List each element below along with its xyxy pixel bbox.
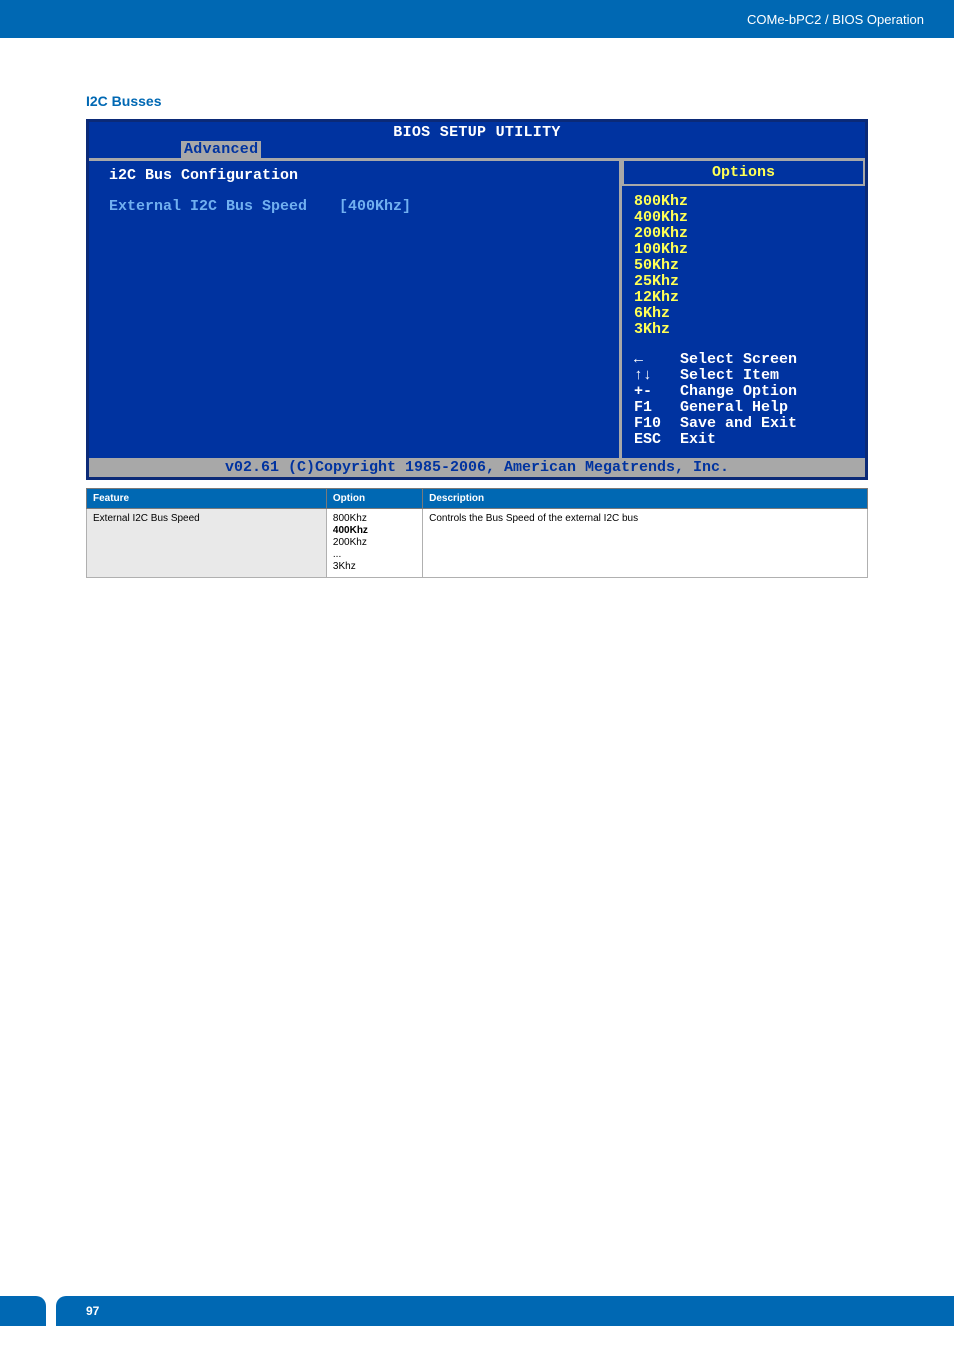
bios-option[interactable]: 12Khz bbox=[634, 290, 853, 306]
th-feature: Feature bbox=[87, 489, 327, 509]
bios-option[interactable]: 3Khz bbox=[634, 322, 853, 338]
hint-key-icon: F10 bbox=[634, 416, 680, 432]
cell-option: 800Khz 400Khz 200Khz ... 3Khz bbox=[326, 509, 422, 578]
section-heading: I2C Busses bbox=[86, 93, 868, 109]
bios-setting-label: External I2C Bus Speed bbox=[109, 198, 339, 215]
hint-key-icon: +- bbox=[634, 384, 680, 400]
hint-row: F10Save and Exit bbox=[634, 416, 853, 432]
hint-row: ←Select Screen bbox=[634, 352, 853, 368]
hint-label: Select Screen bbox=[680, 352, 797, 368]
bios-setting-value: [400Khz] bbox=[339, 198, 411, 215]
bios-config-title: i2C Bus Configuration bbox=[109, 167, 599, 184]
page-footer: 97 bbox=[0, 1296, 954, 1326]
cell-description: Controls the Bus Speed of the external I… bbox=[423, 509, 868, 578]
breadcrumb: COMe-bPC2 / BIOS Operation bbox=[747, 12, 924, 27]
bios-option[interactable]: 800Khz bbox=[634, 194, 853, 210]
bios-option[interactable]: 400Khz bbox=[634, 210, 853, 226]
bios-tab-advanced[interactable]: Advanced bbox=[181, 141, 261, 158]
th-option: Option bbox=[326, 489, 422, 509]
hint-label: Exit bbox=[680, 432, 716, 448]
bios-option[interactable]: 200Khz bbox=[634, 226, 853, 242]
bios-option[interactable]: 25Khz bbox=[634, 274, 853, 290]
feature-table: Feature Option Description External I2C … bbox=[86, 488, 868, 578]
opt-line: 3Khz bbox=[333, 561, 416, 573]
bios-option[interactable]: 100Khz bbox=[634, 242, 853, 258]
bios-key-hints: ←Select Screen ↑↓Select Item +-Change Op… bbox=[634, 352, 853, 448]
hint-label: Change Option bbox=[680, 384, 797, 400]
opt-line: 200Khz bbox=[333, 537, 416, 549]
cell-feature: External I2C Bus Speed bbox=[87, 509, 327, 578]
footer-bar: 97 bbox=[56, 1296, 954, 1326]
footer-accent bbox=[0, 1296, 46, 1326]
table-row: External I2C Bus Speed 800Khz 400Khz 200… bbox=[87, 509, 868, 578]
hint-key-icon: ← bbox=[634, 352, 680, 368]
page-number: 97 bbox=[86, 1304, 99, 1318]
hint-key-icon: ↑↓ bbox=[634, 368, 680, 384]
hint-label: General Help bbox=[680, 400, 788, 416]
bios-options-list: 800Khz 400Khz 200Khz 100Khz 50Khz 25Khz … bbox=[634, 192, 853, 338]
hint-label: Select Item bbox=[680, 368, 779, 384]
bios-right-pane: Options 800Khz 400Khz 200Khz 100Khz 50Kh… bbox=[619, 158, 865, 458]
th-description: Description bbox=[423, 489, 868, 509]
bios-tab-row: Advanced bbox=[89, 141, 865, 159]
bios-titlebar: BIOS SETUP UTILITY Advanced bbox=[89, 122, 865, 158]
bios-setting-row[interactable]: External I2C Bus Speed [400Khz] bbox=[109, 198, 599, 215]
hint-row: ESCExit bbox=[634, 432, 853, 448]
bios-title: BIOS SETUP UTILITY bbox=[89, 124, 865, 141]
bios-options-header: Options bbox=[622, 161, 865, 186]
bios-copyright: v02.61 (C)Copyright 1985-2006, American … bbox=[89, 458, 865, 477]
opt-line: 400Khz bbox=[333, 525, 416, 537]
opt-line: 800Khz bbox=[333, 513, 416, 525]
opt-line: ... bbox=[333, 549, 416, 561]
bios-option[interactable]: 6Khz bbox=[634, 306, 853, 322]
bios-left-pane: i2C Bus Configuration External I2C Bus S… bbox=[89, 158, 619, 458]
hint-key-icon: ESC bbox=[634, 432, 680, 448]
bios-screenshot: BIOS SETUP UTILITY Advanced i2C Bus Conf… bbox=[86, 119, 868, 480]
hint-row: +-Change Option bbox=[634, 384, 853, 400]
bios-option[interactable]: 50Khz bbox=[634, 258, 853, 274]
table-header-row: Feature Option Description bbox=[87, 489, 868, 509]
page-content: I2C Busses BIOS SETUP UTILITY Advanced i… bbox=[0, 38, 954, 608]
hint-row: F1General Help bbox=[634, 400, 853, 416]
bios-body: i2C Bus Configuration External I2C Bus S… bbox=[89, 158, 865, 458]
hint-key-icon: F1 bbox=[634, 400, 680, 416]
hint-row: ↑↓Select Item bbox=[634, 368, 853, 384]
hint-label: Save and Exit bbox=[680, 416, 797, 432]
page-header: COMe-bPC2 / BIOS Operation bbox=[0, 0, 954, 38]
